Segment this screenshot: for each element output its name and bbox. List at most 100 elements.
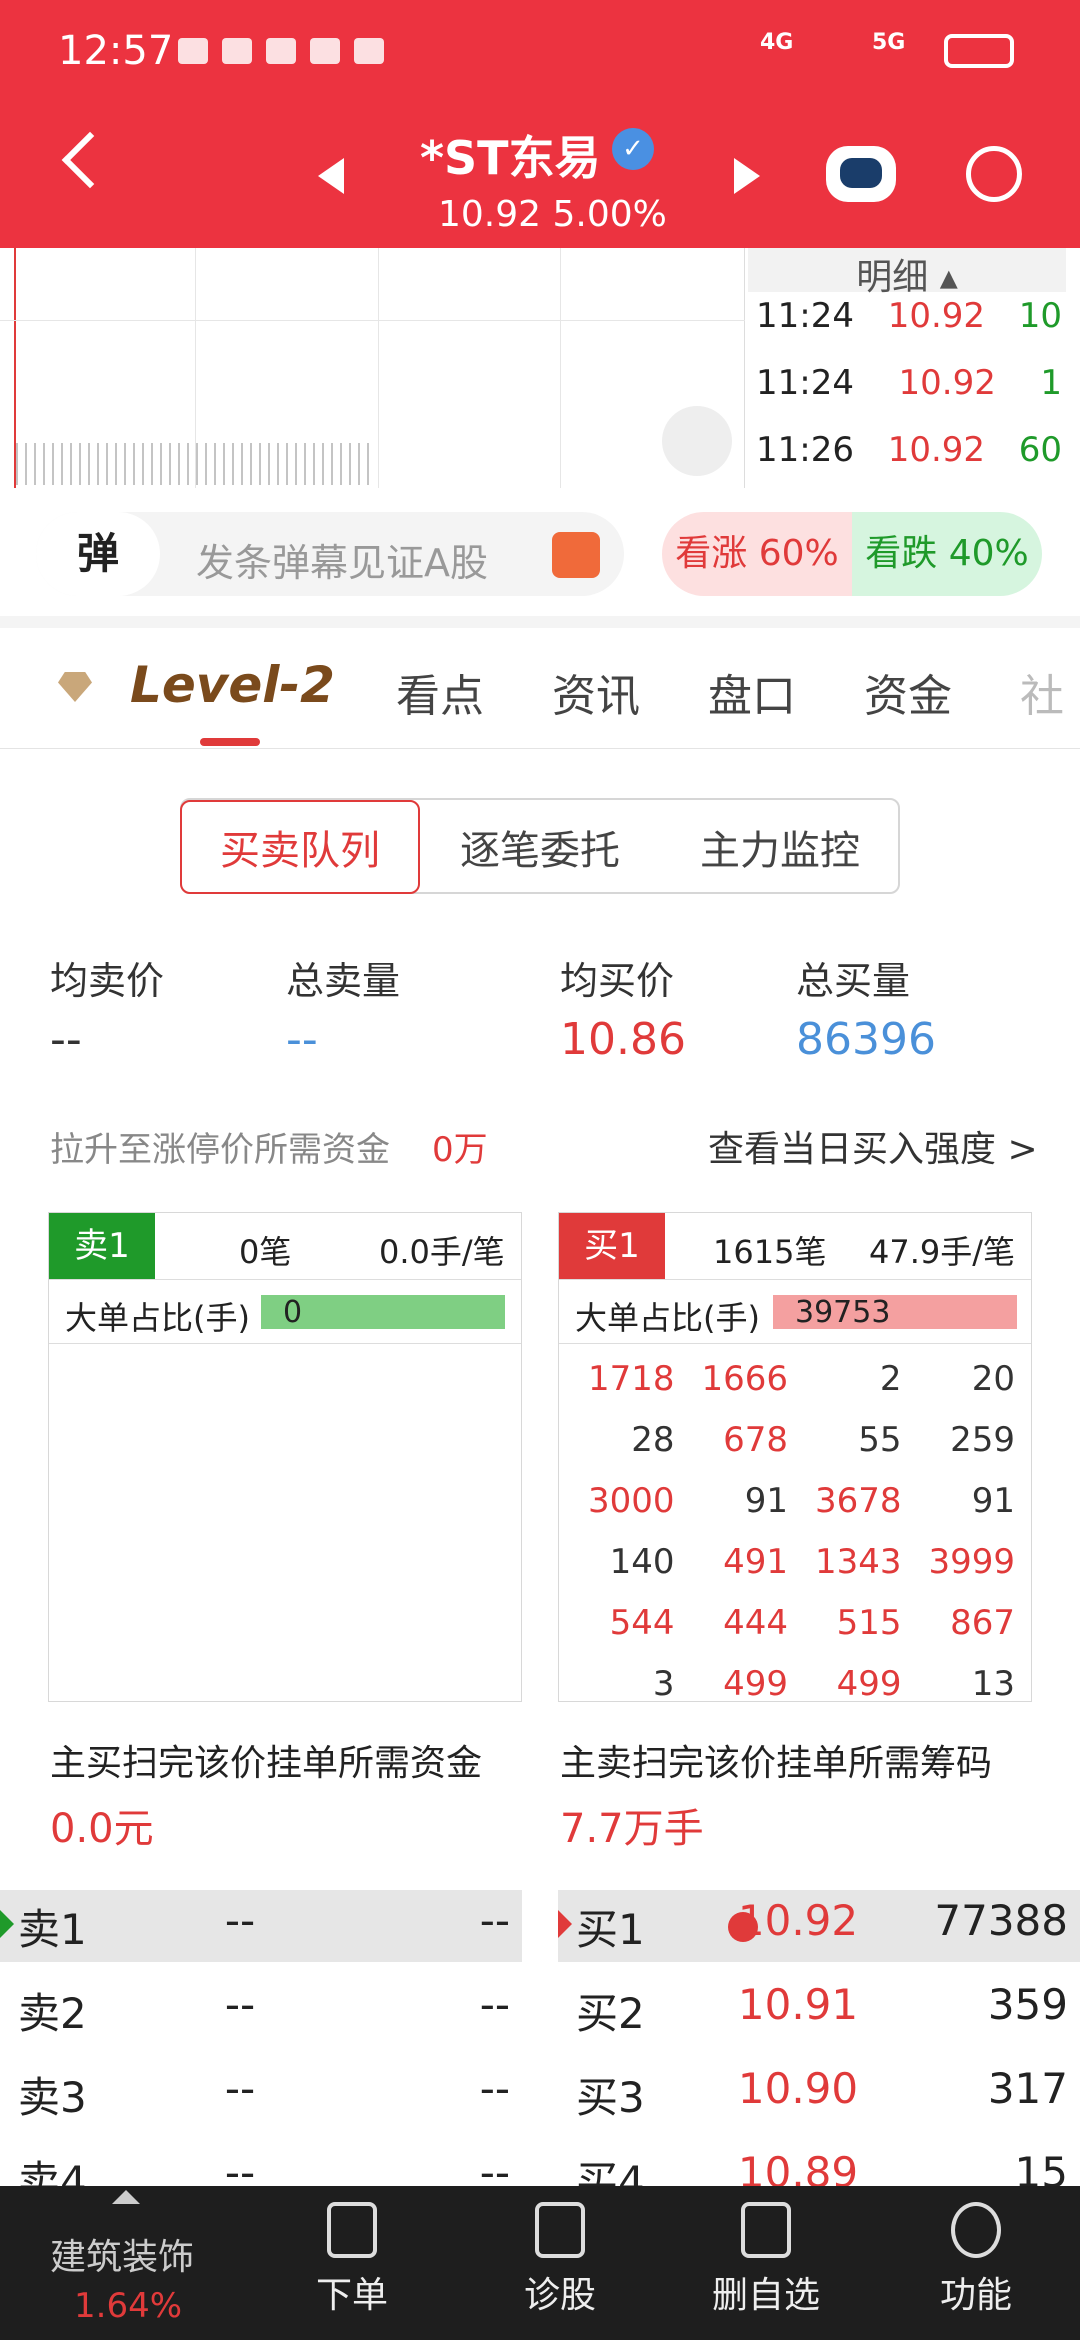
segment-orders[interactable]: 逐笔委托	[420, 800, 660, 894]
stock-price: 10.92	[438, 194, 542, 235]
sector-change: 1.64%	[74, 2286, 183, 2326]
trade-detail[interactable]: 明细 ▴ 11:24 10.92 10 11:24 10.92 1 11:26 10.92…	[748, 248, 1066, 488]
quote-price: 10.91	[737, 1980, 859, 2029]
detail-title: 明细	[856, 257, 929, 298]
quote-volume: 77388	[934, 1896, 1068, 1945]
danmu-input[interactable]: 弹 发条弹幕见证A股	[36, 512, 624, 596]
queue-cell: 499	[723, 1664, 788, 1704]
header-bar: 12:57 4G 5G *ST东易 ✓ 10.92 5.00%	[0, 0, 1080, 248]
detail-time: 11:24	[756, 363, 854, 403]
detail-price: 10.92	[898, 363, 996, 403]
quote-label: 卖1	[18, 1905, 87, 1954]
tab-indicator	[200, 738, 260, 746]
order-label: 下单	[315, 2275, 388, 2316]
order-button[interactable]: 下单	[262, 2202, 442, 2318]
detail-price: 10.92	[887, 296, 986, 336]
sell1-tag: 卖1	[49, 1213, 155, 1279]
status-time: 12:57	[58, 28, 174, 74]
intraday-chart[interactable]	[0, 248, 745, 488]
sell-big-bar: 0	[261, 1295, 505, 1330]
queue-cell: 515	[836, 1603, 902, 1643]
total-sell-value: --	[286, 1014, 318, 1065]
danmu-toggle[interactable]: 弹	[36, 512, 160, 596]
quote-volume: --	[479, 1980, 510, 2029]
detail-vol: 60	[1018, 430, 1062, 470]
detail-price: 10.92	[887, 430, 986, 470]
sell-marker-icon	[0, 1910, 14, 1938]
stock-change: 5.00%	[552, 194, 667, 235]
quote-volume: 359	[987, 1980, 1068, 2029]
avg-buy-value: 10.86	[560, 1014, 686, 1065]
detail-vol: 1	[1040, 363, 1062, 403]
buy-big-label: 大单占比(手)	[575, 1299, 760, 1337]
queue-cell: 678	[723, 1420, 788, 1460]
tab-highlights[interactable]: 看点	[396, 660, 484, 724]
tab-orderbook[interactable]: 盘口	[708, 660, 796, 724]
verified-icon: ✓	[612, 128, 654, 170]
segment-queue[interactable]: 买卖队列	[180, 800, 420, 894]
buy-queue-grid: 1718 1666 2 20 28 678 55 259 3000 91 3678 91 140 491 1…	[567, 1349, 1021, 1715]
sector-name[interactable]: 建筑装饰	[50, 2228, 194, 2280]
queue-cell: 2	[879, 1359, 902, 1399]
queue-cell: 867	[950, 1603, 1015, 1643]
queue-cell: 28	[631, 1420, 675, 1460]
tab-level2[interactable]: Level-2	[130, 656, 335, 714]
remove-label: 删自选	[711, 2275, 820, 2316]
expand-icon[interactable]	[662, 406, 732, 476]
gift-icon[interactable]	[552, 532, 600, 578]
queue-cell: 1343	[814, 1542, 902, 1582]
tab-community[interactable]: 社	[1020, 660, 1064, 724]
search-icon[interactable]	[966, 146, 1022, 202]
quote-volume: --	[479, 2064, 510, 2113]
stock-title: *ST东易	[420, 131, 601, 185]
queue-cell: 3999	[928, 1542, 1015, 1582]
quote-label: 买1	[576, 1905, 645, 1954]
queue-cell: 20	[971, 1359, 1015, 1399]
queue-cell: 491	[723, 1542, 788, 1582]
prev-stock-icon[interactable]	[318, 158, 344, 194]
diamond-icon	[58, 672, 92, 702]
danmu-placeholder: 发条弹幕见证A股	[196, 541, 488, 585]
tab-funds[interactable]: 资金	[864, 660, 952, 724]
quote-volume: 317	[987, 2064, 1068, 2113]
bearish-vote[interactable]: 看跌 40%	[852, 512, 1042, 596]
buy-footer-value: 7.7万手	[560, 1806, 704, 1852]
segment-monitor[interactable]: 主力监控	[660, 800, 900, 894]
next-stock-icon[interactable]	[734, 158, 760, 194]
quote-price: 10.90	[737, 2064, 859, 2113]
divider	[0, 616, 1080, 628]
queue-cell: 259	[950, 1420, 1015, 1460]
detail-row: 11:24 10.92 10	[756, 296, 1062, 336]
function-button[interactable]: 功能	[886, 2202, 1066, 2318]
queue-cell: 499	[836, 1664, 902, 1704]
quote-label: 买3	[576, 2073, 645, 2122]
sell-footer-label: 主买扫完该价挂单所需资金	[50, 1743, 483, 1784]
bullish-vote[interactable]: 看涨 60%	[662, 512, 852, 596]
buy-orders: 1615笔	[713, 1233, 827, 1271]
queue-cell: 444	[723, 1603, 788, 1643]
sell-queue-panel: 卖1 0笔 0.0手/笔 大单占比(手) 0	[48, 1212, 522, 1702]
buy-queue-panel: 买1 1615笔 47.9手/笔 大单占比(手) 39753 1718 1666 2…	[558, 1212, 1032, 1704]
signal-4g: 4G	[760, 30, 794, 55]
expand-up-icon[interactable]	[112, 2190, 140, 2204]
robot-assistant-icon[interactable]	[826, 146, 896, 202]
quote-price: --	[224, 1980, 256, 2029]
buy-per-order: 47.9手/笔	[869, 1233, 1016, 1271]
queue-cell: 55	[858, 1420, 902, 1460]
stock-quote: 10.92 5.00%	[438, 194, 667, 235]
buy-marker-icon	[558, 1910, 572, 1938]
queue-cell: 3678	[814, 1481, 902, 1521]
diagnose-button[interactable]: 诊股	[470, 2202, 650, 2318]
tab-news[interactable]: 资讯	[552, 660, 640, 724]
buy-big-bar: 39753	[773, 1295, 1017, 1330]
avg-sell-label: 均卖价	[50, 959, 165, 1003]
queue-cell: 91	[971, 1481, 1015, 1521]
remove-watchlist-button[interactable]: 删自选	[676, 2202, 856, 2318]
buy-strength-link[interactable]: 查看当日买入强度 >	[708, 1120, 1038, 1172]
sell-big-label: 大单占比(手)	[65, 1299, 250, 1337]
sell-footer-value: 0.0元	[50, 1806, 154, 1852]
quote-label: 买2	[576, 1989, 645, 2038]
back-icon[interactable]	[61, 131, 119, 189]
queue-cell: 13	[971, 1664, 1015, 1704]
queue-cell: 140	[609, 1542, 675, 1582]
